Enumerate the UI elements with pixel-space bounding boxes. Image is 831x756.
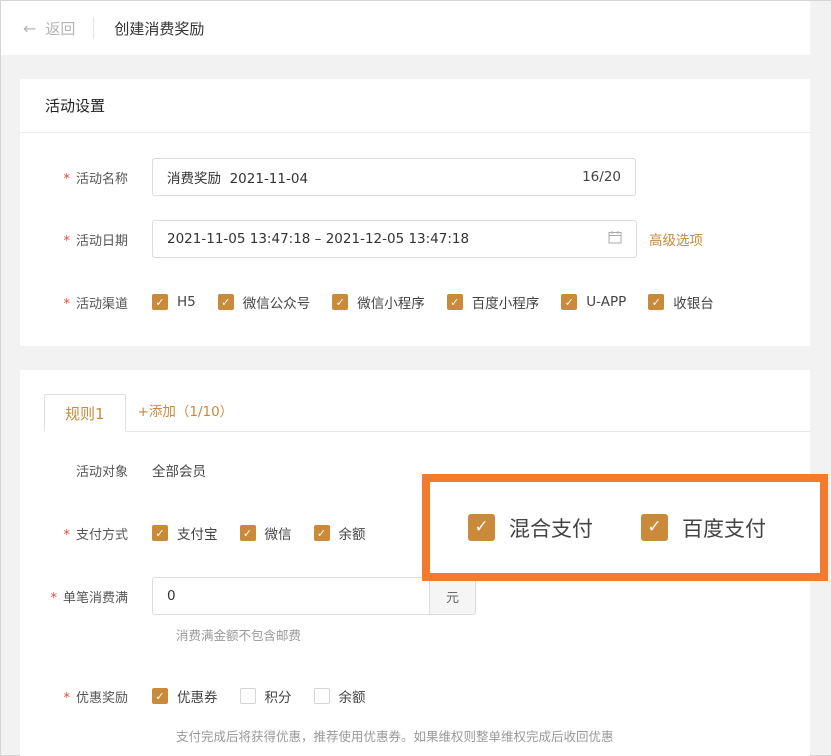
tab-rule-1[interactable]: 规则1: [44, 394, 126, 432]
activity-channel-row: * 活动渠道 ✓ H5 ✓ 微信公众号 ✓ 微信小程序 ✓ 百度小程序 ✓ U-APP ✓ 收…: [20, 292, 714, 312]
check-icon: ✓: [468, 514, 495, 541]
activity-date-input[interactable]: 2021-11-05 13:47:18 – 2021-12-05 13:47:1…: [152, 220, 637, 258]
top-bar: ← 返回 创建消费奖励: [1, 1, 810, 55]
check-icon: ✓: [648, 294, 665, 310]
channel-checkbox-group: ✓ H5 ✓ 微信公众号 ✓ 微信小程序 ✓ 百度小程序 ✓ U-APP ✓ 收银台: [152, 292, 714, 312]
check-icon: ✓: [152, 525, 168, 541]
char-count: 16/20: [582, 169, 621, 185]
check-icon: ✓: [313, 525, 330, 541]
payment-checkbox-mixed[interactable]: ✓ 混合支付: [468, 513, 593, 543]
channel-checkbox-wechat-oa[interactable]: ✓ 微信公众号: [217, 292, 310, 312]
reward-label: 优惠奖励: [75, 690, 128, 706]
highlight-callout: ✓ 混合支付 ✓ 百度支付: [422, 474, 828, 581]
back-label: 返回: [45, 19, 76, 38]
check-icon: ✓: [561, 294, 578, 310]
check-icon: ✓: [152, 688, 168, 704]
back-button[interactable]: ← 返回: [1, 1, 75, 55]
min-spend-value: 0: [167, 588, 176, 604]
required-mark: *: [63, 690, 70, 706]
target-row: 活动对象 全部会员: [20, 460, 206, 480]
activity-name-value: 消费奖励 2021-11-04: [167, 171, 309, 187]
add-rule-link[interactable]: +添加（1/10）: [138, 393, 234, 431]
reward-checkbox-group: ✓ 优惠券 积分 余额: [152, 686, 388, 706]
required-mark: *: [63, 527, 70, 543]
payment-checkbox-alipay[interactable]: ✓ 支付宝: [152, 523, 218, 543]
activity-date-row: * 活动日期 2021-11-05 13:47:18 – 2021-12-05 1…: [20, 220, 703, 258]
activity-name-input[interactable]: 消费奖励 2021-11-04 16/20: [152, 158, 636, 196]
reward-checkbox-points[interactable]: 积分: [239, 686, 292, 706]
payment-label: 支付方式: [75, 527, 128, 543]
channel-checkbox-cashier[interactable]: ✓ 收银台: [648, 292, 714, 312]
section-title: 活动设置: [20, 79, 810, 133]
checkbox-empty-icon: [239, 688, 256, 704]
arrow-left-icon: ←: [23, 18, 37, 38]
activity-date-value: 2021-11-05 13:47:18 – 2021-12-05 13:47:1…: [167, 231, 470, 247]
reward-checkbox-balance[interactable]: 余额: [313, 686, 366, 706]
required-mark: *: [50, 591, 57, 606]
activity-date-label: 活动日期: [75, 233, 128, 249]
payment-row: * 支付方式 ✓ 支付宝 ✓ 微信 ✓ 余额: [20, 523, 388, 543]
check-icon: ✓: [332, 294, 349, 310]
min-spend-hint: 消费满金额不包含邮费: [176, 628, 302, 643]
reward-checkbox-coupon[interactable]: ✓ 优惠券: [152, 686, 218, 706]
target-value: 全部会员: [152, 464, 206, 480]
channel-checkbox-uapp[interactable]: ✓ U-APP: [561, 292, 626, 312]
payment-checkbox-baidu[interactable]: ✓ 百度支付: [641, 513, 766, 543]
page-title: 创建消费奖励: [114, 19, 205, 38]
channel-checkbox-wechat-mini[interactable]: ✓ 微信小程序: [332, 292, 425, 312]
reward-row: * 优惠奖励 ✓ 优惠券 积分 余额: [20, 686, 388, 706]
activity-settings-card: 活动设置 * 活动名称 消费奖励 2021-11-04 16/20 * 活动日期 2…: [20, 79, 810, 346]
checkbox-empty-icon: [313, 688, 330, 704]
activity-name-label: 活动名称: [75, 171, 128, 187]
channel-checkbox-baidu-mini[interactable]: ✓ 百度小程序: [446, 292, 539, 312]
required-mark: *: [63, 233, 70, 249]
currency-unit: 元: [430, 577, 476, 615]
advanced-options-link[interactable]: 高级选项: [649, 229, 703, 249]
rule-tabs: 规则1 +添加（1/10）: [44, 394, 810, 432]
required-mark: *: [63, 296, 70, 312]
topbar-divider: [93, 17, 95, 39]
min-spend-label: 单笔消费满: [62, 591, 128, 606]
check-icon: ✓: [239, 525, 256, 541]
required-mark: *: [63, 171, 70, 187]
payment-checkbox-group: ✓ 支付宝 ✓ 微信 ✓ 余额: [152, 523, 388, 543]
min-spend-row: * 单笔消费满 0 元: [20, 577, 476, 615]
check-icon: ✓: [152, 294, 168, 310]
payment-checkbox-balance[interactable]: ✓ 余额: [313, 523, 366, 543]
check-icon: ✓: [217, 294, 234, 310]
check-icon: ✓: [446, 294, 463, 310]
target-label: 活动对象: [75, 464, 128, 480]
min-spend-input[interactable]: 0: [152, 577, 430, 615]
channel-checkbox-h5[interactable]: ✓ H5: [152, 292, 196, 312]
calendar-icon: [608, 230, 622, 248]
activity-channel-label: 活动渠道: [75, 296, 128, 312]
reward-hint: 支付完成后将获得优惠，推荐使用优惠券。如果维权则整单维权完成后收回优惠: [176, 729, 614, 744]
payment-checkbox-wechat[interactable]: ✓ 微信: [239, 523, 292, 543]
activity-name-row: * 活动名称 消费奖励 2021-11-04 16/20: [20, 158, 636, 196]
check-icon: ✓: [641, 514, 668, 541]
